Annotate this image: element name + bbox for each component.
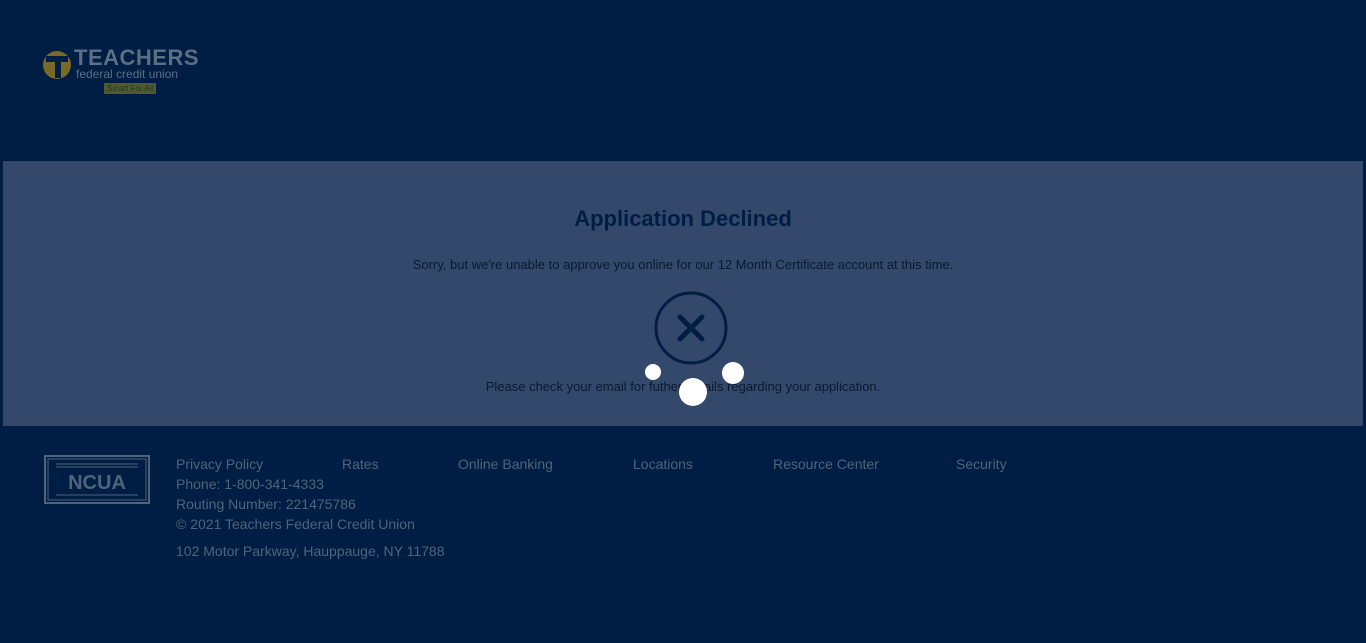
footer-link-locations[interactable]: Locations [633, 456, 693, 472]
page-title: Application Declined [574, 206, 792, 231]
footer-link-privacy-policy[interactable]: Privacy Policy [176, 456, 263, 472]
ncua-label: NCUA [68, 472, 126, 494]
spinner-dot [679, 378, 707, 406]
declined-message: Sorry, but we're unable to approve you o… [412, 257, 954, 272]
footer-link-resource-center[interactable]: Resource Center [773, 456, 879, 472]
teachers-logo-icon [43, 51, 71, 79]
spinner-dot [722, 362, 744, 384]
footer-link-online-banking[interactable]: Online Banking [458, 456, 553, 472]
ncua-badge-icon[interactable]: NCUA [44, 455, 150, 504]
footer-link-security[interactable]: Security [956, 456, 1007, 472]
logo-subtitle: federal credit union [76, 67, 179, 81]
declined-x-circle-icon [654, 291, 728, 365]
loading-spinner-icon [640, 360, 750, 410]
logo-tagline: Smart For All [104, 83, 157, 94]
footer-address: 102 Motor Parkway, Hauppauge, NY 11788 [176, 543, 445, 559]
footer-link-rates[interactable]: Rates [342, 456, 379, 472]
teachers-logo[interactable]: TEACHERS federal credit union Smart For … [42, 46, 202, 96]
spinner-dot [645, 364, 661, 380]
footer-copyright: © 2021 Teachers Federal Credit Union [176, 516, 415, 532]
footer-nav: Privacy Policy Rates Online Banking Loca… [176, 456, 1076, 474]
footer-phone: Phone: 1-800-341-4333 [176, 476, 324, 492]
footer-routing-number: Routing Number: 221475786 [176, 496, 356, 512]
page: TEACHERS federal credit union Smart For … [0, 0, 1366, 643]
